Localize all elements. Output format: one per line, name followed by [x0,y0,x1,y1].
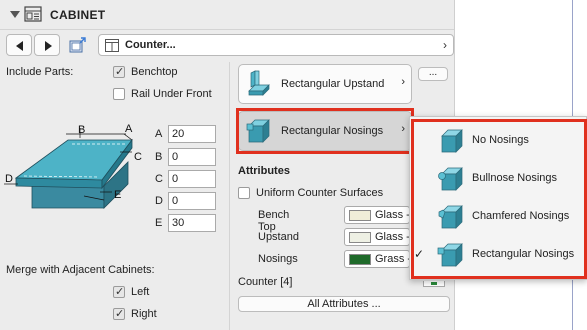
bullnose-nosings-icon [438,167,463,191]
all-attributes-button[interactable]: All Attributes ... [238,296,450,312]
selector-text: Counter... [125,39,176,51]
diagram-label-b: B [78,124,85,136]
benchtop-label: Benchtop [131,66,178,78]
menu-item-rectangular-nosings[interactable]: ✓ Rectangular Nosings [410,236,587,274]
merge-left-label: Left [131,286,150,298]
menu-item-label: Rectangular Nosings [472,248,575,260]
benchtop-checkbox[interactable] [113,65,125,78]
rectangular-nosings-icon [437,243,463,267]
nosings-dropdown-menu: No Nosings Bullnose Nosings Chamfered No… [409,116,587,280]
merge-left-checkbox[interactable] [113,285,125,298]
merge-right-label: Right [131,308,157,320]
disclosure-triangle-icon[interactable] [10,11,20,18]
material-name: Glass - [375,231,410,243]
diagram-label-c: C [134,151,142,163]
dimension-e-input[interactable]: 30 [168,214,216,232]
menu-item-chamfered-nosings[interactable]: Chamfered Nosings [410,198,587,236]
panel-title: CABINET [50,8,106,22]
upstand-settings-button[interactable]: ... [418,67,448,81]
dimension-label: C [155,173,163,185]
dimension-b-input[interactable]: 0 [168,148,216,166]
dimension-label: A [155,128,163,140]
diagram-label-d: D [5,173,13,185]
menu-item-label: Chamfered Nosings [472,210,570,222]
menu-item-no-nosings[interactable]: No Nosings [410,122,587,160]
chevron-right-icon: › [401,76,405,88]
uniform-surfaces-checkbox[interactable] [238,187,250,199]
include-parts-label: Include Parts: [6,66,74,78]
arrow-left-icon [16,41,23,51]
material-name: Grass - [375,253,410,265]
dimension-label: E [155,217,163,229]
dimension-label: D [155,195,163,207]
countertop-diagram: B A C D E [4,123,142,209]
rail-under-front-label: Rail Under Front [131,88,212,100]
nosing-button-highlight [236,108,414,154]
column-divider [229,62,230,330]
arrow-right-icon [45,41,52,51]
diagram-label-a: A [125,123,133,135]
cabinet-settings-icon [24,6,42,22]
menu-item-label: No Nosings [472,134,529,146]
nosings-material-popup[interactable]: Grass - [344,250,410,268]
material-swatch [349,232,371,243]
merge-right-checkbox[interactable] [113,307,125,320]
upstand-type-label: Rectangular Upstand [281,78,385,90]
material-swatch [349,254,371,265]
bench-top-label: Bench Top [258,209,290,233]
menu-item-label: Bullnose Nosings [472,172,557,184]
cabinet-settings-panel: CABINET Counter... › Include Parts: Benc… [0,0,454,330]
upstand-material-popup[interactable]: Glass - [344,228,410,246]
material-swatch [349,210,371,221]
chevron-right-icon: › [443,38,447,52]
dimension-c-input[interactable]: 0 [168,170,216,188]
rectangular-upstand-icon [248,70,270,96]
diagram-label-e: E [114,189,121,201]
counter-indicator [423,281,445,287]
uniform-surfaces-label: Uniform Counter Surfaces [256,187,384,199]
bench-top-material-popup[interactable]: Glass - [344,206,410,224]
rail-under-front-checkbox[interactable] [113,88,125,100]
checkmark-icon: ✓ [414,247,425,261]
dimension-a-input[interactable]: 20 [168,125,216,143]
material-name: Glass - [375,209,410,221]
dimension-d-input[interactable]: 0 [168,192,216,210]
next-button[interactable] [34,34,60,56]
menu-item-bullnose-nosings[interactable]: Bullnose Nosings [410,160,587,198]
nosings-label: Nosings [258,253,298,265]
upstand-type-button[interactable]: Rectangular Upstand › [238,64,412,104]
dimension-label: B [155,151,163,163]
counter-count-label: Counter [4] [238,276,293,288]
previous-button[interactable] [6,34,32,56]
upstand-label: Upstand [258,231,299,243]
object-selector[interactable]: Counter... › [98,34,454,56]
chamfered-nosings-icon [438,205,463,229]
counter-object-icon [105,39,119,52]
attributes-title: Attributes [238,165,290,177]
merge-adjacent-label: Merge with Adjacent Cabinets: [6,264,155,276]
no-nosings-icon [441,129,463,153]
panel-header[interactable]: CABINET [0,0,454,30]
favorites-icon[interactable] [68,36,88,54]
